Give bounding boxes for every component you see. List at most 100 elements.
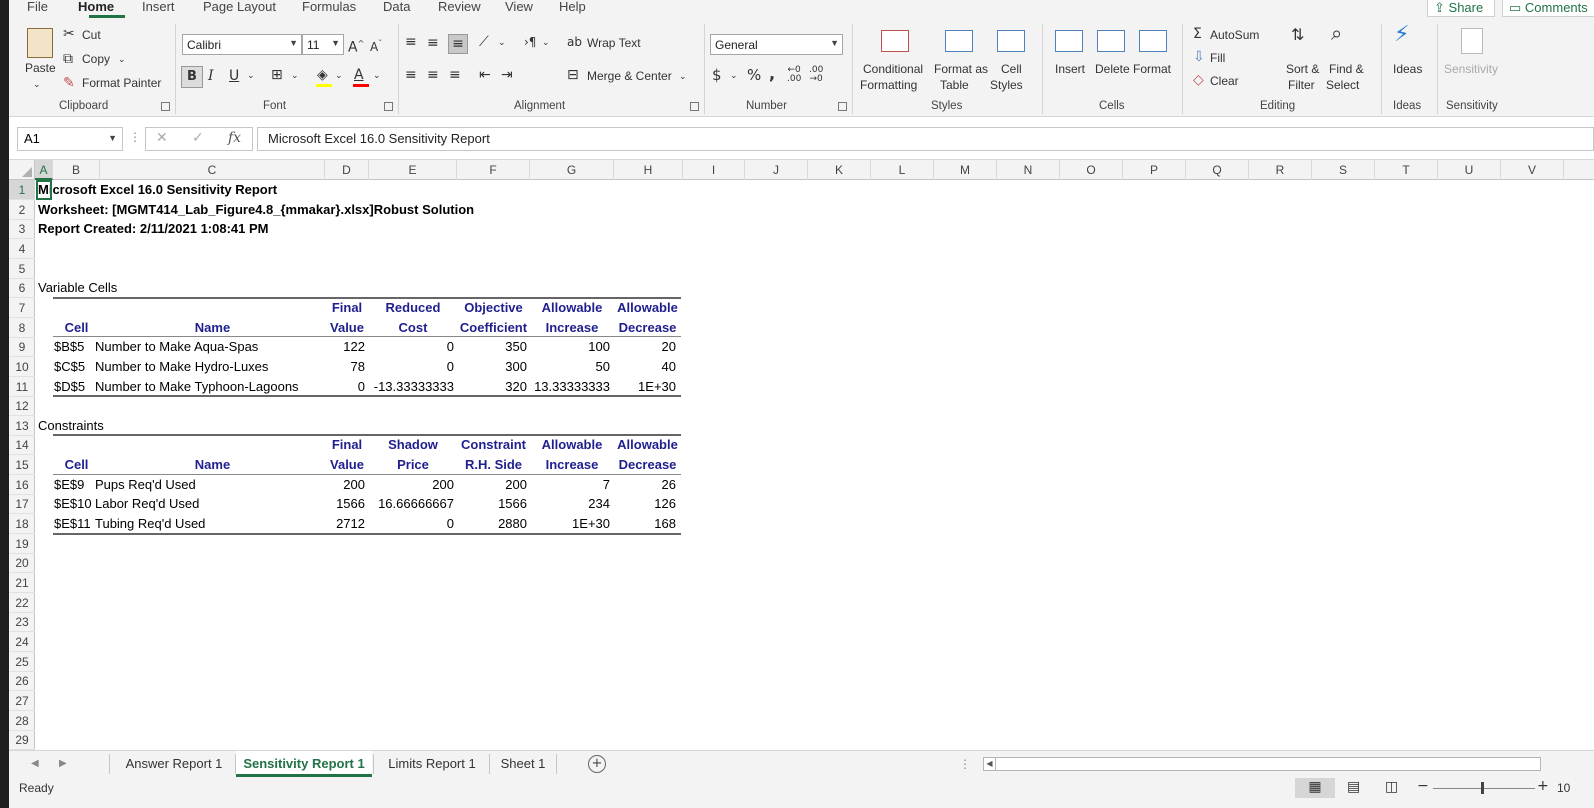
table-cell-name[interactable]: Number to Make Aqua-Spas bbox=[95, 337, 325, 357]
row-header[interactable]: 1 bbox=[9, 180, 35, 200]
table-cell-value[interactable]: 126 bbox=[614, 494, 676, 514]
table-cell-value[interactable]: 78 bbox=[325, 357, 365, 377]
horizontal-scrollbar[interactable]: ◀ bbox=[983, 757, 1541, 771]
column-header[interactable]: O bbox=[1060, 160, 1123, 180]
tab-view[interactable]: View bbox=[505, 0, 533, 14]
tab-page-layout[interactable]: Page Layout bbox=[203, 0, 276, 14]
row-header[interactable]: 19 bbox=[9, 534, 35, 554]
row-header[interactable]: 16 bbox=[9, 475, 35, 495]
column-header[interactable]: F bbox=[457, 160, 530, 180]
formula-input[interactable]: Microsoft Excel 16.0 Sensitivity Report bbox=[257, 127, 1594, 151]
column-label[interactable]: Coefficient bbox=[457, 318, 530, 338]
table-cell-value[interactable]: 0 bbox=[369, 514, 454, 534]
row-header[interactable]: 24 bbox=[9, 632, 35, 652]
column-header[interactable]: K bbox=[808, 160, 871, 180]
zoom-slider[interactable] bbox=[1433, 788, 1535, 789]
column-label[interactable]: Allowable bbox=[530, 435, 614, 455]
comma-style-icon[interactable]: , bbox=[769, 65, 775, 83]
table-cell-value[interactable]: 40 bbox=[614, 357, 676, 377]
table-cell-ref[interactable]: $E$10 bbox=[54, 494, 100, 514]
column-label[interactable]: Constraint bbox=[457, 435, 530, 455]
currency-icon[interactable]: $ bbox=[712, 66, 722, 84]
font-name-combo[interactable]: Calibri ▼ bbox=[182, 34, 302, 55]
row-header[interactable]: 20 bbox=[9, 553, 35, 574]
table-cell-name[interactable]: Tubing Req'd Used bbox=[95, 514, 325, 534]
column-header[interactable]: L bbox=[871, 160, 934, 180]
row-header[interactable]: 29 bbox=[9, 730, 35, 750]
increase-indent-icon[interactable]: ⇥ bbox=[501, 66, 513, 84]
font-color-icon[interactable]: A bbox=[354, 66, 364, 84]
increase-decimal-icon[interactable]: ←0.00 bbox=[787, 66, 801, 84]
cancel-icon[interactable]: ✕ bbox=[156, 130, 168, 146]
chevron-down-icon[interactable]: ⌄ bbox=[542, 34, 550, 52]
fill-color-icon[interactable]: ◈ bbox=[317, 66, 328, 84]
row-header[interactable]: 17 bbox=[9, 494, 35, 515]
sheet-tab-sensitivity-report[interactable]: Sensitivity Report 1 bbox=[236, 751, 372, 777]
table-cell-value[interactable]: 200 bbox=[457, 475, 527, 495]
column-label[interactable]: Allowable bbox=[614, 298, 681, 318]
dialog-launcher-icon[interactable] bbox=[690, 102, 699, 111]
chevron-down-icon[interactable]: ⌄ bbox=[291, 67, 299, 85]
column-header[interactable]: T bbox=[1375, 160, 1438, 180]
section-title[interactable]: Constraints bbox=[38, 416, 104, 436]
row-header[interactable]: 5 bbox=[9, 259, 35, 279]
chevron-down-icon[interactable]: ⌄ bbox=[373, 67, 381, 85]
report-title[interactable]: Microsoft Excel 16.0 Sensitivity Report bbox=[38, 180, 277, 200]
font-size-combo[interactable]: 11 ▼ bbox=[302, 34, 344, 55]
table-cell-ref[interactable]: $B$5 bbox=[54, 337, 100, 357]
row-header[interactable]: 14 bbox=[9, 435, 35, 456]
column-label[interactable]: Allowable bbox=[614, 435, 681, 455]
column-label[interactable]: Value bbox=[325, 318, 369, 338]
normal-view-icon[interactable]: ▦ bbox=[1295, 778, 1335, 798]
select-all-button[interactable] bbox=[9, 160, 35, 180]
row-header[interactable]: 25 bbox=[9, 652, 35, 672]
column-header[interactable]: M bbox=[934, 160, 997, 180]
tab-data[interactable]: Data bbox=[383, 0, 410, 14]
table-cell-ref[interactable]: $E$9 bbox=[54, 475, 100, 495]
align-middle-icon[interactable]: ≡ bbox=[427, 34, 439, 52]
row-header[interactable]: 8 bbox=[9, 318, 35, 338]
tab-help[interactable]: Help bbox=[559, 0, 586, 14]
column-header[interactable]: U bbox=[1438, 160, 1501, 180]
insert-function-icon[interactable]: fx bbox=[228, 130, 241, 146]
column-header[interactable]: V bbox=[1501, 160, 1564, 180]
table-cell-value[interactable]: 320 bbox=[457, 377, 527, 397]
borders-icon[interactable]: ⊞ bbox=[271, 66, 283, 84]
decrease-indent-icon[interactable]: ⇤ bbox=[479, 66, 491, 84]
column-header[interactable]: G bbox=[530, 160, 614, 180]
table-cell-value[interactable]: 50 bbox=[530, 357, 610, 377]
page-layout-view-icon[interactable]: ▤ bbox=[1347, 778, 1360, 796]
scroll-right-icon[interactable]: ▶ bbox=[59, 755, 67, 773]
column-label[interactable]: Name bbox=[100, 455, 325, 475]
comments-button[interactable]: ▭ Comments bbox=[1502, 0, 1594, 17]
column-label[interactable]: R.H. Side bbox=[457, 455, 530, 475]
align-top-icon[interactable]: ≡ bbox=[405, 33, 417, 51]
column-label[interactable]: Allowable bbox=[530, 298, 614, 318]
tab-review[interactable]: Review bbox=[438, 0, 481, 14]
align-bottom-icon[interactable]: ≡ bbox=[448, 34, 468, 54]
tab-home[interactable]: Home bbox=[78, 0, 114, 14]
column-label[interactable]: Shadow bbox=[369, 435, 457, 455]
table-cell-value[interactable]: 0 bbox=[369, 337, 454, 357]
table-cell-value[interactable]: 300 bbox=[457, 357, 527, 377]
table-cell-value[interactable]: 168 bbox=[614, 514, 676, 534]
column-label[interactable]: Final bbox=[325, 298, 369, 318]
column-header[interactable]: D bbox=[325, 160, 369, 180]
row-header[interactable]: 27 bbox=[9, 691, 35, 711]
column-label[interactable]: Name bbox=[100, 318, 325, 338]
underline-button[interactable]: U bbox=[229, 67, 239, 85]
increase-font-icon[interactable]: A^ bbox=[348, 35, 364, 57]
zoom-in-icon[interactable]: + bbox=[1537, 777, 1549, 795]
table-cell-value[interactable]: 1566 bbox=[457, 494, 527, 514]
decrease-font-icon[interactable]: Aˇ bbox=[370, 35, 382, 56]
table-cell-value[interactable]: 1E+30 bbox=[614, 377, 676, 397]
chevron-down-icon[interactable]: ⌄ bbox=[498, 34, 506, 52]
column-header[interactable]: A bbox=[35, 160, 53, 180]
chevron-down-icon[interactable]: ⌄ bbox=[730, 67, 738, 85]
column-label[interactable]: Cell bbox=[53, 318, 100, 338]
table-cell-value[interactable]: 350 bbox=[457, 337, 527, 357]
table-cell-ref[interactable]: $C$5 bbox=[54, 357, 100, 377]
table-cell-value[interactable]: -13.33333333 bbox=[369, 377, 454, 397]
bold-button[interactable]: B bbox=[181, 66, 203, 88]
worksheet-grid[interactable]: ABCDEFGHIJKLMNOPQRSTUV 1 2 3 4 5 6 7 8 9 10 11 12 13… bbox=[9, 160, 1594, 750]
